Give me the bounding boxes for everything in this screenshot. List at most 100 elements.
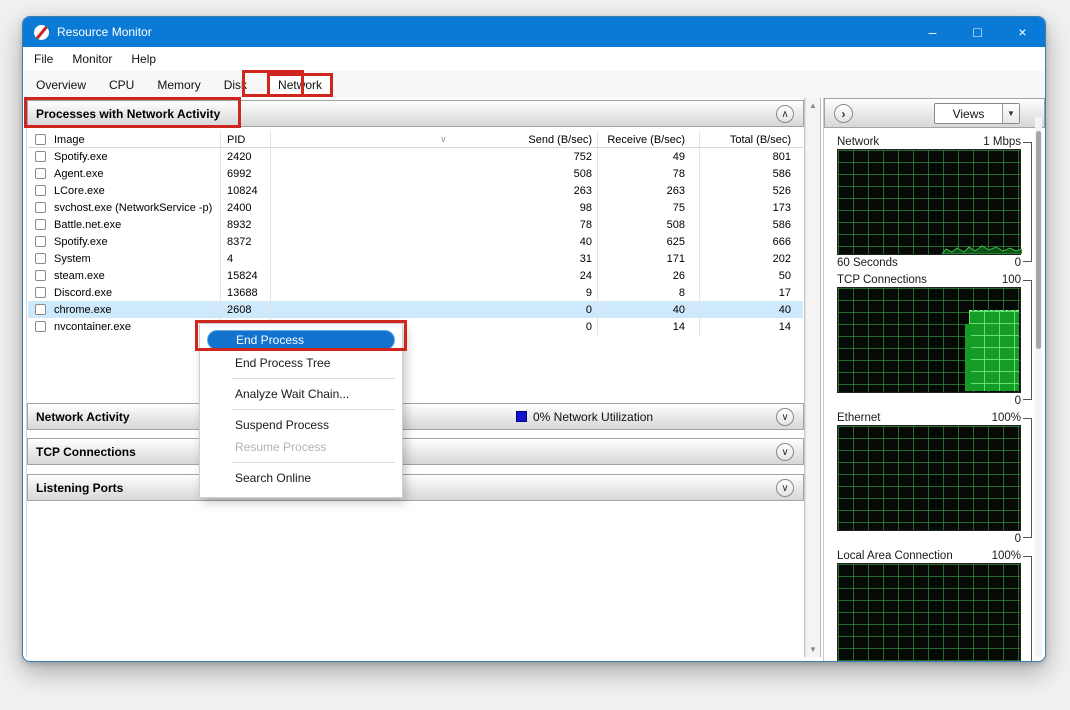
network-activity-chevron-down-icon[interactable]: ∨ (776, 408, 794, 426)
row-checkbox[interactable] (35, 270, 46, 281)
main-content: Processes with Network Activity ∧ ∨ Imag… (26, 98, 805, 657)
tab-network[interactable]: Network (267, 73, 333, 97)
process-image-name: Spotify.exe (54, 236, 108, 248)
panel-scrollbar-thumb[interactable] (1036, 131, 1041, 349)
main-scrollbar[interactable]: ▲ ▼ (805, 98, 821, 657)
menu-item-end-process[interactable]: End Process (207, 330, 395, 350)
listening-ports-section-header[interactable]: Listening Ports ∨ (27, 474, 804, 501)
tcp-connections-fill (969, 310, 1019, 391)
table-row[interactable]: Spotify.exe242075249801 (28, 148, 803, 165)
cell-pid: 2400 (221, 199, 271, 216)
menu-separator (232, 462, 395, 463)
table-row[interactable]: nvcontainer.exe01414 (28, 318, 803, 335)
table-row[interactable]: chrome.exe260804040 (28, 301, 803, 318)
processes-section-header[interactable]: Processes with Network Activity ∧ (27, 100, 804, 127)
collapse-chevron-up-icon[interactable]: ∧ (776, 105, 794, 123)
row-checkbox[interactable] (35, 321, 46, 332)
process-image-name: LCore.exe (54, 185, 105, 197)
table-row[interactable]: Discord.exe136889817 (28, 284, 803, 301)
row-checkbox[interactable] (35, 168, 46, 179)
scroll-down-icon[interactable]: ▼ (806, 645, 820, 654)
cell-recv: 75 (598, 199, 700, 216)
tab-disk[interactable]: Disk (221, 76, 250, 94)
cell-tot: 40 (700, 301, 803, 318)
menu-item-resume-process: Resume Process (200, 436, 402, 458)
table-row[interactable]: svchost.exe (NetworkService -p) 240098751… (28, 199, 803, 216)
network-graph-block: Network 1 Mbps 60 Seconds 0 (837, 134, 1035, 270)
row-checkbox[interactable] (35, 287, 46, 298)
menu-file[interactable]: File (34, 52, 53, 66)
row-checkbox[interactable] (35, 151, 46, 162)
table-row[interactable]: steam.exe15824242650 (28, 267, 803, 284)
close-button[interactable]: × (1000, 17, 1045, 47)
tab-memory[interactable]: Memory (154, 76, 203, 94)
cell-send: 31 (271, 250, 598, 267)
scroll-up-icon[interactable]: ▲ (806, 101, 820, 110)
select-all-checkbox[interactable] (35, 134, 46, 145)
maximize-button[interactable]: □ (955, 17, 1000, 47)
menu-separator (232, 378, 395, 379)
cell-send: 508 (271, 165, 598, 182)
tcp-connections-graph (837, 287, 1021, 393)
cell-pid: 10824 (221, 182, 271, 199)
tab-cpu[interactable]: CPU (106, 76, 137, 94)
graphs-panel: › Views ▼ Network 1 Mbps 60 Seconds 0 TC… (823, 98, 1045, 661)
row-checkbox[interactable] (35, 304, 46, 315)
column-header-send: Send (B/sec) (271, 131, 598, 148)
row-checkbox[interactable] (35, 236, 46, 247)
table-header-row[interactable]: Image PID Send (B/sec) Receive (B/sec) T… (28, 131, 803, 148)
cell-send: 98 (271, 199, 598, 216)
views-dropdown-arrow-icon[interactable]: ▼ (1002, 104, 1019, 123)
menu-item-suspend-process[interactable]: Suspend Process (200, 414, 402, 436)
cell-pid: 8372 (221, 233, 271, 250)
cell-tot: 173 (700, 199, 803, 216)
cell-pid: 6992 (221, 165, 271, 182)
collapse-panel-arrow-icon[interactable]: › (834, 104, 853, 123)
cell-send: 78 (271, 216, 598, 233)
row-checkbox[interactable] (35, 185, 46, 196)
cell-send: 24 (271, 267, 598, 284)
table-row[interactable]: Battle.net.exe893278508586 (28, 216, 803, 233)
views-button[interactable]: Views ▼ (934, 103, 1020, 124)
process-image-name: svchost.exe (NetworkService -p) (54, 202, 212, 214)
listening-ports-chevron-down-icon[interactable]: ∨ (776, 479, 794, 497)
cell-tot: 14 (700, 318, 803, 335)
row-checkbox[interactable] (35, 253, 46, 264)
table-row[interactable]: System431171202 (28, 250, 803, 267)
column-header-pid: PID (221, 131, 271, 148)
network-activity-section-header[interactable]: Network Activity 0% Network Utilization … (27, 403, 804, 430)
menu-bar: File Monitor Help (23, 47, 1045, 71)
tcp-connections-section-header[interactable]: TCP Connections ∨ (27, 438, 804, 465)
menu-item-end-process-tree[interactable]: End Process Tree (200, 352, 402, 374)
menu-item-analyze-wait-chain[interactable]: Analyze Wait Chain... (200, 383, 402, 405)
menu-help[interactable]: Help (131, 52, 156, 66)
cell-tot: 666 (700, 233, 803, 250)
row-checkbox[interactable] (35, 219, 46, 230)
sort-chevron-icon[interactable]: ∨ (440, 134, 447, 145)
process-image-name: chrome.exe (54, 304, 111, 316)
column-header-receive: Receive (B/sec) (598, 131, 700, 148)
menu-monitor[interactable]: Monitor (72, 52, 112, 66)
row-checkbox[interactable] (35, 202, 46, 213)
minimize-button[interactable]: – (910, 17, 955, 47)
cell-pid: 8932 (221, 216, 271, 233)
table-row[interactable]: LCore.exe10824263263526 (28, 182, 803, 199)
ethernet-graph (837, 425, 1021, 531)
cell-tot: 50 (700, 267, 803, 284)
tcp-connections-title: TCP Connections (28, 445, 136, 459)
table-row[interactable]: Spotify.exe837240625666 (28, 233, 803, 250)
tcp-connections-fill-step (965, 324, 971, 391)
cell-tot: 586 (700, 216, 803, 233)
network-graph-bracket (1023, 142, 1032, 262)
table-row[interactable]: Agent.exe699250878586 (28, 165, 803, 182)
network-utilization: 0% Network Utilization (516, 410, 653, 424)
menu-item-search-online[interactable]: Search Online (200, 467, 402, 489)
title-bar[interactable]: Resource Monitor – □ × (23, 17, 1045, 47)
process-image-name: Spotify.exe (54, 151, 108, 163)
tab-overview[interactable]: Overview (33, 76, 89, 94)
tcp-graph-block: TCP Connections 100 0 (837, 272, 1035, 408)
tcp-connections-chevron-down-icon[interactable]: ∨ (776, 443, 794, 461)
cell-recv: 508 (598, 216, 700, 233)
lan-graph-title: Local Area Connection (837, 550, 953, 562)
panel-scrollbar[interactable] (1035, 117, 1042, 657)
